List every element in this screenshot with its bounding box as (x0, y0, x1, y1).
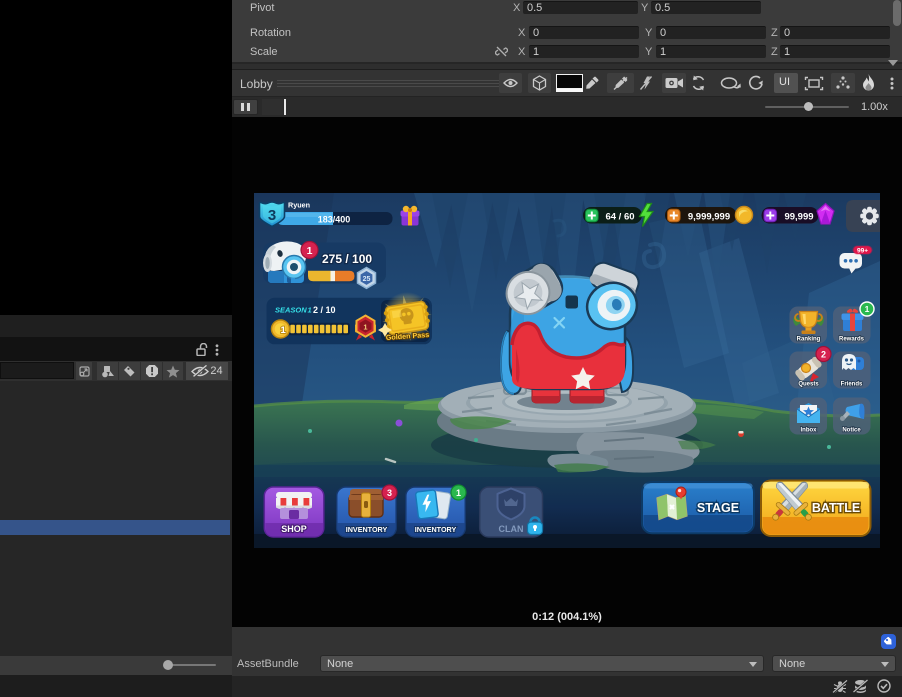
svg-text:INVENTORY: INVENTORY (346, 525, 388, 534)
svg-text:1: 1 (363, 323, 367, 332)
svg-text:Inbox: Inbox (801, 428, 818, 434)
svg-text:CLAN: CLAN (499, 524, 524, 534)
svg-text:275 / 100: 275 / 100 (322, 252, 372, 266)
svg-text:Quests: Quests (798, 382, 819, 388)
svg-text:1: 1 (307, 245, 313, 257)
svg-text:INVENTORY: INVENTORY (415, 525, 457, 534)
svg-text:25: 25 (363, 276, 371, 283)
svg-text:Ryuen: Ryuen (288, 201, 310, 210)
svg-text:3: 3 (268, 207, 276, 224)
svg-text:1: 1 (308, 306, 312, 315)
svg-text:99,999: 99,999 (784, 212, 813, 223)
svg-text:1: 1 (865, 304, 870, 314)
svg-text:SHOP: SHOP (281, 524, 307, 534)
svg-text:2 / 10: 2 / 10 (313, 305, 336, 315)
svg-text:Rewards: Rewards (839, 337, 865, 343)
svg-text:64 / 60: 64 / 60 (605, 212, 634, 223)
svg-text:1: 1 (456, 488, 461, 498)
svg-text:Ranking: Ranking (797, 337, 821, 343)
svg-text:99+: 99+ (857, 247, 868, 254)
svg-text:183/400: 183/400 (318, 215, 351, 225)
svg-text:SEASON: SEASON (275, 306, 307, 315)
svg-text:STAGE: STAGE (697, 501, 739, 515)
svg-text:Notice: Notice (842, 428, 861, 434)
svg-text:BATTLE: BATTLE (812, 501, 860, 515)
svg-text:2: 2 (821, 349, 826, 359)
svg-text:3: 3 (387, 488, 392, 498)
svg-text:9,999,999: 9,999,999 (688, 212, 730, 223)
svg-text:Friends: Friends (841, 382, 863, 388)
svg-text:1: 1 (281, 325, 287, 336)
